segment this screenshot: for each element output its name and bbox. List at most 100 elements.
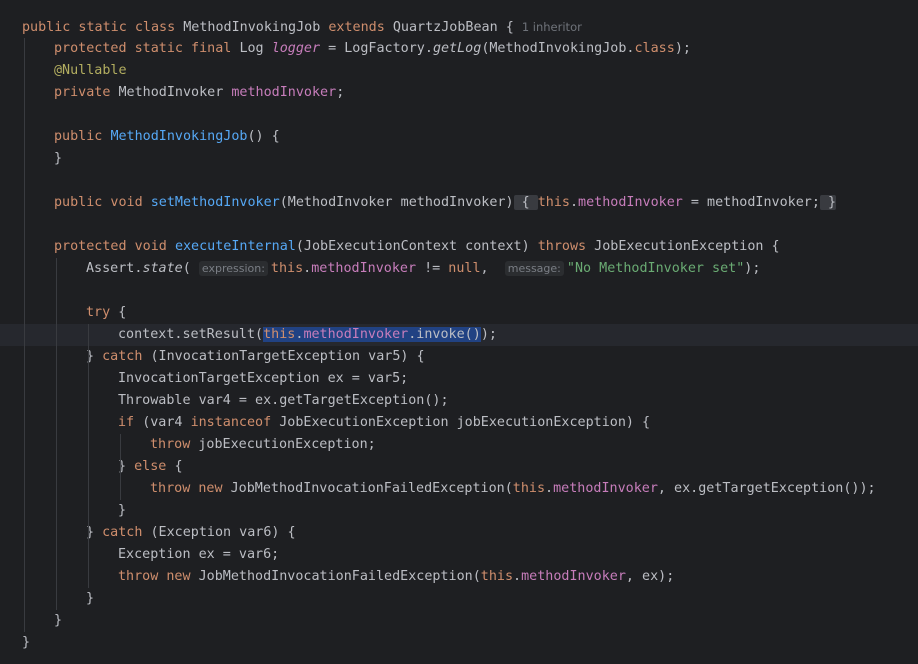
code-token: extends xyxy=(328,20,393,35)
code-line[interactable]: } xyxy=(0,500,918,522)
code-text: Assert.state( expression: this.methodInvo… xyxy=(86,258,760,280)
code-line[interactable]: protected void executeInternal(JobExecut… xyxy=(0,236,918,258)
code-line[interactable]: protected static final Log logger = LogF… xyxy=(0,38,918,60)
code-token: (var4 xyxy=(142,415,191,430)
code-token: , ex.getTargetException()); xyxy=(657,481,876,496)
code-token: JobMethodInvocationFailedException( xyxy=(230,481,513,496)
code-token: this xyxy=(480,569,514,584)
code-editor[interactable]: public static class MethodInvokingJob ex… xyxy=(0,0,918,664)
indent-guide xyxy=(120,434,121,500)
code-token: ); xyxy=(744,261,761,276)
code-token: } xyxy=(54,151,63,166)
code-line[interactable]: throw new JobMethodInvocationFailedExcep… xyxy=(0,478,918,500)
code-line[interactable]: InvocationTargetException ex = var5; xyxy=(0,368,918,390)
code-text: try { xyxy=(86,302,126,324)
code-token: catch xyxy=(102,349,151,364)
code-token: this xyxy=(512,481,546,496)
code-line[interactable]: } catch (Exception var6) { xyxy=(0,522,918,544)
indent-guide xyxy=(56,258,57,610)
code-line[interactable]: } xyxy=(0,632,918,654)
parameter-hint: expression: xyxy=(198,261,268,276)
code-line[interactable]: throw jobExecutionException; xyxy=(0,434,918,456)
code-line[interactable]: Assert.state( expression: this.methodInvo… xyxy=(0,258,918,280)
code-token: = methodInvoker; xyxy=(682,195,820,210)
code-line[interactable]: private MethodInvoker methodInvoker; xyxy=(0,82,918,104)
folded-region[interactable]: } xyxy=(819,195,837,210)
code-text: Throwable var4 = ex.getTargetException()… xyxy=(118,390,449,412)
code-text: private MethodInvoker methodInvoker; xyxy=(54,82,344,104)
code-token: try xyxy=(86,305,119,320)
code-line[interactable]: if (var4 instanceof JobExecutionExceptio… xyxy=(0,412,918,434)
inheritor-hint[interactable]: 1 inheritor xyxy=(522,20,582,34)
code-line[interactable]: Throwable var4 = ex.getTargetException()… xyxy=(0,390,918,412)
code-token: public xyxy=(54,129,111,144)
code-token: != xyxy=(416,261,449,276)
code-token: throw new xyxy=(118,569,199,584)
code-token: MethodInvoker xyxy=(118,85,232,100)
code-token: { xyxy=(174,459,183,474)
code-line[interactable] xyxy=(0,104,918,126)
code-token: (Exception var6) { xyxy=(150,525,296,540)
code-token: instanceof xyxy=(190,415,280,430)
indent-guide xyxy=(88,324,89,588)
code-text: throw new JobMethodInvocationFailedExcep… xyxy=(118,566,674,588)
code-line[interactable]: throw new JobMethodInvocationFailedExcep… xyxy=(0,566,918,588)
code-token: "No MethodInvoker set" xyxy=(566,261,745,276)
code-token: this xyxy=(537,195,570,210)
code-token: public void xyxy=(54,195,151,210)
code-line[interactable] xyxy=(0,214,918,236)
code-token: if xyxy=(118,415,143,430)
code-line[interactable] xyxy=(0,170,918,192)
code-token: state xyxy=(142,261,183,276)
code-token: JobExecutionException { xyxy=(594,239,780,254)
code-text: } xyxy=(86,588,94,610)
code-token: Assert. xyxy=(86,261,143,276)
code-token: class xyxy=(634,41,675,56)
code-token: ); xyxy=(480,327,497,342)
code-text: } xyxy=(54,148,62,170)
code-token: } xyxy=(86,591,95,606)
code-text: public void setMethodInvoker(MethodInvok… xyxy=(54,192,837,214)
code-line[interactable]: } else { xyxy=(0,456,918,478)
code-token: getLog xyxy=(432,41,482,56)
code-token: , ex); xyxy=(625,569,675,584)
code-text: context.setResult(this.methodInvoker.inv… xyxy=(118,324,497,346)
parameter-hint: message: xyxy=(504,261,564,276)
code-token: catch xyxy=(102,525,151,540)
code-line[interactable]: } xyxy=(0,148,918,170)
code-line[interactable]: @Nullable xyxy=(0,60,918,82)
code-line[interactable]: public void setMethodInvoker(MethodInvok… xyxy=(0,192,918,214)
code-token: methodInvoker xyxy=(231,85,337,100)
code-token: } xyxy=(118,503,127,518)
code-token: ; xyxy=(336,85,345,100)
code-token: methodInvoker xyxy=(521,569,626,584)
code-token: this xyxy=(263,327,296,342)
code-token: = LogFactory. xyxy=(320,41,433,56)
code-text: } xyxy=(118,500,126,522)
code-token: MethodInvokingJob xyxy=(183,20,329,35)
code-line[interactable]: } catch (InvocationTargetException var5)… xyxy=(0,346,918,368)
code-text: Exception ex = var6; xyxy=(118,544,279,566)
code-token: ); xyxy=(674,41,691,56)
code-text: throw new JobMethodInvocationFailedExcep… xyxy=(150,478,876,500)
code-token: methodInvoker xyxy=(311,261,417,276)
code-token: setMethodInvoker xyxy=(150,195,280,210)
code-token: protected static final xyxy=(54,41,240,56)
code-token: (MethodInvokingJob. xyxy=(481,41,635,56)
code-line[interactable] xyxy=(0,280,918,302)
code-line[interactable]: public static class MethodInvokingJob ex… xyxy=(0,16,918,38)
code-token: } xyxy=(22,635,31,650)
code-token: JobMethodInvocationFailedException( xyxy=(198,569,481,584)
code-token: (InvocationTargetException var5) { xyxy=(150,349,425,364)
code-line[interactable]: Exception ex = var6; xyxy=(0,544,918,566)
code-line[interactable]: } xyxy=(0,588,918,610)
code-line[interactable]: try { xyxy=(0,302,918,324)
code-line[interactable]: public MethodInvokingJob() { xyxy=(0,126,918,148)
code-token: , xyxy=(480,261,505,276)
code-token: protected void xyxy=(54,239,175,254)
code-line[interactable]: } xyxy=(0,610,918,632)
code-text: protected static final Log logger = LogF… xyxy=(54,38,691,60)
code-text: } catch (Exception var6) { xyxy=(86,522,296,544)
folded-region[interactable]: { xyxy=(513,195,538,210)
code-line[interactable]: context.setResult(this.methodInvoker.inv… xyxy=(0,324,918,346)
